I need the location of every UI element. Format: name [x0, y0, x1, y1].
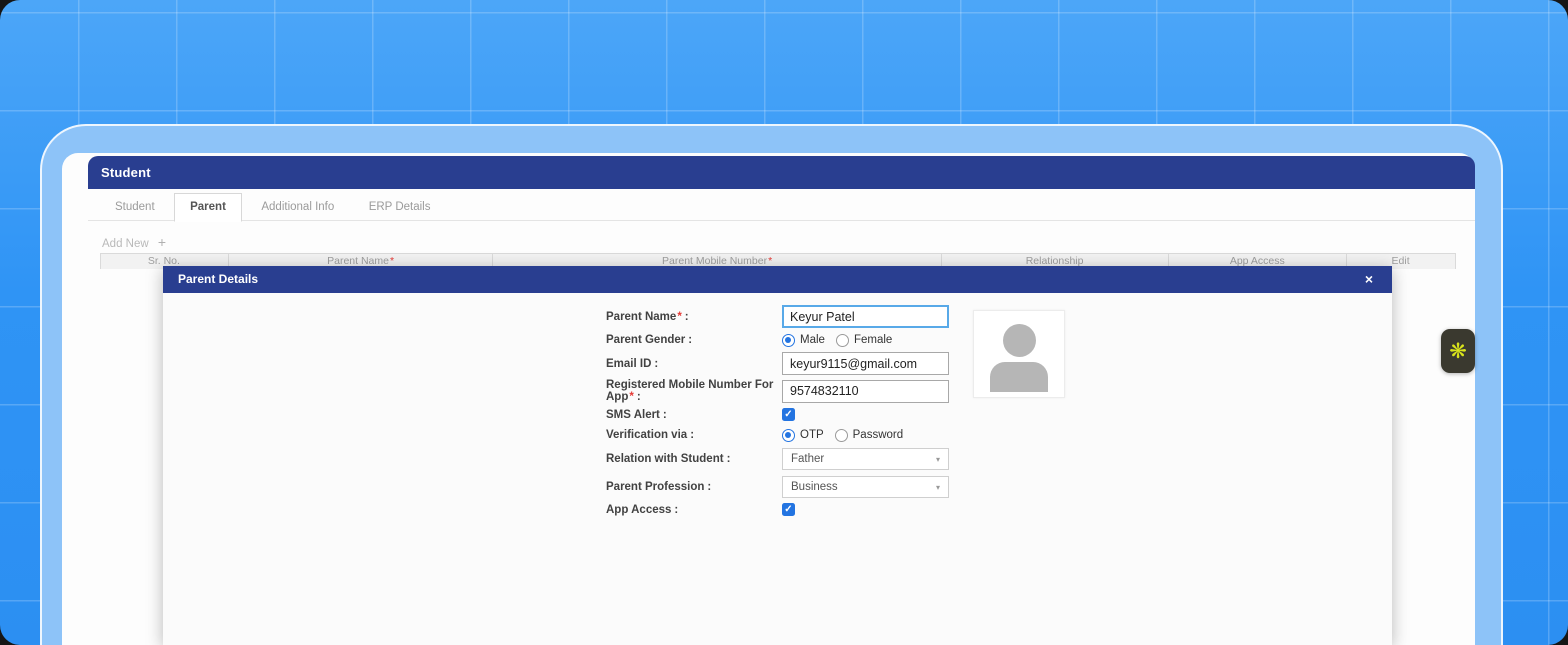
radio-unselected-icon	[836, 334, 849, 347]
email-label: Email ID:	[606, 358, 782, 370]
person-icon	[1003, 324, 1036, 357]
sms-alert-row: SMS Alert: ✓	[606, 408, 1166, 421]
verification-row: Verification via: OTP Password	[606, 428, 1166, 442]
page-title: Student	[101, 165, 151, 180]
window-title-bar: Student	[88, 156, 1475, 189]
chevron-down-icon: ▾	[936, 483, 940, 492]
radio-selected-icon	[782, 429, 795, 442]
mobile-label: Registered Mobile Number For App*:	[606, 379, 782, 403]
page-background: Student Student Parent Additional Info E…	[0, 0, 1568, 645]
relation-select[interactable]: Father ▾	[782, 448, 949, 470]
tab-student[interactable]: Student	[100, 194, 170, 221]
parent-gender-label: Parent Gender:	[606, 334, 782, 346]
profession-select[interactable]: Business ▾	[782, 476, 949, 498]
verification-label: Verification via:	[606, 429, 782, 441]
person-icon-body	[990, 362, 1048, 392]
relation-row: Relation with Student: Father ▾	[606, 448, 1166, 470]
plus-icon: +	[158, 234, 166, 250]
profession-label: Parent Profession:	[606, 481, 782, 493]
gender-male-radio[interactable]: Male	[782, 334, 825, 347]
email-input[interactable]	[782, 352, 949, 375]
parent-photo-placeholder[interactable]	[973, 310, 1065, 398]
chevron-down-icon: ▾	[936, 455, 940, 464]
relation-label: Relation with Student:	[606, 453, 782, 465]
verification-password-radio[interactable]: Password	[835, 429, 904, 442]
app-access-checkbox[interactable]: ✓	[782, 503, 795, 516]
floating-widget-button[interactable]: ❋	[1441, 329, 1475, 373]
add-new-label: Add New	[102, 238, 149, 250]
sms-alert-label: SMS Alert:	[606, 409, 782, 421]
mobile-input[interactable]	[782, 380, 949, 403]
tab-parent[interactable]: Parent	[174, 193, 242, 222]
app-access-row: App Access: ✓	[606, 503, 1166, 516]
tab-bar: Student Parent Additional Info ERP Detai…	[88, 193, 1475, 221]
parent-name-row: Parent Name*:	[606, 305, 1166, 328]
app-access-label: App Access:	[606, 504, 782, 516]
email-row: Email ID:	[606, 352, 1166, 375]
add-new-button[interactable]: Add New +	[102, 234, 166, 250]
sms-alert-checkbox[interactable]: ✓	[782, 408, 795, 421]
asterisk-icon: ❋	[1449, 341, 1467, 362]
radio-unselected-icon	[835, 429, 848, 442]
tab-erp-details[interactable]: ERP Details	[354, 194, 446, 221]
mobile-row: Registered Mobile Number For App*:	[606, 379, 1166, 403]
tab-additional-info[interactable]: Additional Info	[246, 194, 349, 221]
parent-details-modal: Parent Details × Parent Name*: Parent Ge…	[163, 266, 1392, 645]
parent-gender-row: Parent Gender: Male Female	[606, 333, 1166, 347]
profession-row: Parent Profession: Business ▾	[606, 476, 1166, 498]
radio-selected-icon	[782, 334, 795, 347]
parent-name-label: Parent Name*:	[606, 311, 782, 323]
close-icon[interactable]: ×	[1358, 266, 1380, 293]
parent-name-input[interactable]	[782, 305, 949, 328]
verification-otp-radio[interactable]: OTP	[782, 429, 824, 442]
parent-details-form: Parent Name*: Parent Gender: Male Female…	[606, 266, 1166, 516]
gender-female-radio[interactable]: Female	[836, 334, 892, 347]
